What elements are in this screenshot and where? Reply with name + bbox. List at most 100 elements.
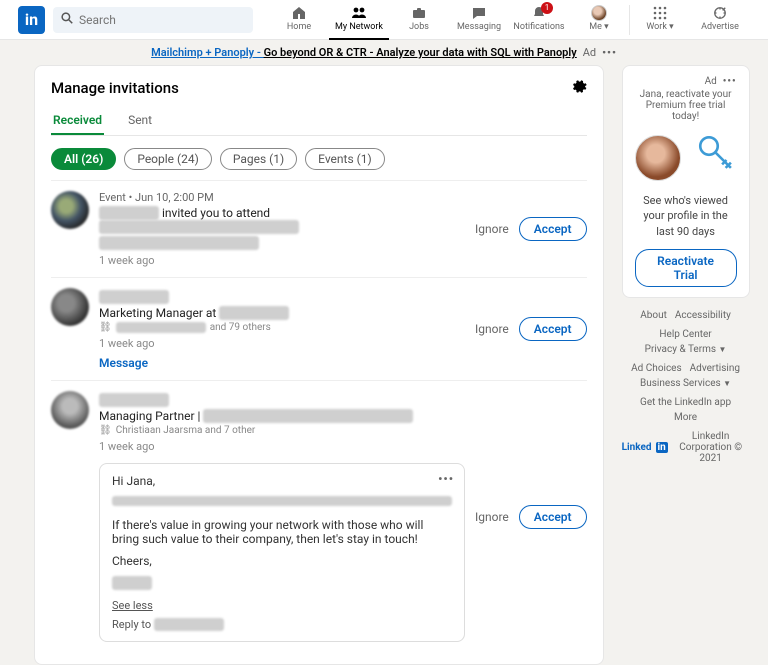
search-box[interactable] [53, 7, 253, 33]
footer-help[interactable]: Help Center [659, 329, 711, 340]
right-rail: Ad ••• Jana, reactivate your Premium fre… [622, 65, 750, 665]
nav-label: Jobs [409, 22, 429, 32]
chevron-down-icon: ▼ [719, 345, 727, 354]
footer-links: About Accessibility Help Center Privacy … [622, 310, 750, 464]
footer-more[interactable]: More [674, 412, 697, 423]
mutual-connections: ⛓xxxxxxxxxxxx and 79 others [99, 322, 465, 333]
sponsored-bar: Mailchimp + Panoply - Go beyond OR & CTR… [0, 40, 768, 65]
footer-ad-choices[interactable]: Ad Choices [631, 363, 682, 374]
invitation-name[interactable]: xxxxxxxx [99, 290, 465, 304]
promo-headline: Jana, reactivate your Premium free trial… [635, 89, 737, 122]
invitation-time: 1 week ago [99, 440, 465, 453]
briefcase-icon [411, 5, 427, 21]
footer-business[interactable]: Business Services ▼ [640, 378, 731, 389]
avatar[interactable] [51, 288, 89, 326]
ad-label: Ad [583, 46, 596, 59]
invitation-row: xxxxxxxx Managing Partner | xxxxxxxxxxxx… [51, 380, 587, 652]
promo-sub: See who's viewed your profile in the las… [635, 193, 737, 239]
avatar[interactable] [51, 191, 89, 229]
footer-privacy[interactable]: Privacy & Terms ▼ [645, 344, 727, 355]
promo-link[interactable]: Mailchimp + Panoply - Go beyond OR & CTR… [151, 46, 577, 59]
avatar[interactable] [51, 391, 89, 429]
accept-button[interactable]: Accept [519, 505, 587, 529]
promo-menu-icon[interactable]: ••• [602, 46, 617, 59]
chat-icon [471, 5, 487, 21]
footer-accessibility[interactable]: Accessibility [675, 310, 731, 321]
gear-icon[interactable] [571, 78, 587, 97]
invitation-name[interactable]: xxxxxxxx [99, 393, 465, 407]
linkedin-logo[interactable]: in [18, 6, 45, 34]
invitation-headline: Managing Partner | xxxxxxxxxxxxxxxxxxxxx… [99, 409, 465, 423]
link-icon: ⛓ [99, 425, 112, 436]
bell-icon: 1 [531, 5, 547, 21]
link-icon: ⛓ [99, 322, 112, 333]
invitation-note: ••• Hi Jana, xxxxxxxxxxxxxxxxxxxxxxxxxxx… [99, 463, 465, 642]
target-icon [712, 5, 728, 21]
footer-about[interactable]: About [640, 310, 667, 321]
nav-label: Home [287, 22, 311, 32]
nav-label: My Network [335, 22, 383, 32]
invitations-panel: Manage invitations Received Sent All (26… [34, 65, 604, 665]
nav-jobs[interactable]: Jobs [389, 0, 449, 40]
nav-my-network[interactable]: My Network [329, 0, 389, 40]
key-icon [695, 132, 737, 183]
filter-pages[interactable]: Pages (1) [220, 148, 297, 170]
nav-notifications[interactable]: 1 Notifications [509, 0, 569, 40]
ignore-button[interactable]: Ignore [475, 322, 509, 336]
avatar [591, 5, 607, 21]
tab-sent[interactable]: Sent [126, 107, 154, 135]
invitation-time: 1 week ago [99, 254, 465, 267]
accept-button[interactable]: Accept [519, 317, 587, 341]
card-menu-icon[interactable]: ••• [723, 76, 737, 87]
search-input[interactable] [79, 13, 245, 27]
chevron-down-icon: ▼ [723, 379, 731, 388]
nav-work[interactable]: Work ▾ [630, 0, 690, 40]
ad-label: Ad [705, 76, 717, 87]
nav-label: Me ▾ [589, 22, 608, 32]
search-icon [61, 12, 73, 27]
message-link[interactable]: Message [99, 356, 148, 370]
ignore-button[interactable]: Ignore [475, 510, 509, 524]
filter-events[interactable]: Events (1) [305, 148, 385, 170]
filter-pills: All (26) People (24) Pages (1) Events (1… [51, 148, 587, 170]
invitation-meta: Event • Jun 10, 2:00 PM [99, 191, 465, 204]
grid-icon [652, 5, 668, 21]
tab-received[interactable]: Received [51, 107, 104, 135]
filter-all[interactable]: All (26) [51, 148, 116, 170]
reactivate-button[interactable]: Reactivate Trial [635, 249, 737, 287]
see-less-link[interactable]: See less [112, 599, 153, 612]
footer-copyright: Linkedin LinkedIn Corporation © 2021 [622, 431, 750, 464]
nav-label: Advertise [701, 22, 739, 32]
invitation-time: 1 week ago [99, 337, 465, 350]
nav-label: Messaging [457, 22, 501, 32]
mutual-connections: ⛓Christiaan Jaarsma and 7 other [99, 425, 465, 436]
invitation-row: Event • Jun 10, 2:00 PM xxxxxxx invited … [51, 180, 587, 277]
footer-advertising[interactable]: Advertising [690, 363, 740, 374]
tabs: Received Sent [51, 107, 587, 136]
note-menu-icon[interactable]: ••• [438, 472, 454, 486]
top-nav: in Home My Network Jobs Messaging 1 [0, 0, 768, 40]
nav-label: Notifications [513, 22, 564, 32]
nav-home[interactable]: Home [269, 0, 329, 40]
page-title: Manage invitations [51, 79, 179, 97]
note-body: If there's value in growing your network… [112, 518, 452, 546]
accept-button[interactable]: Accept [519, 217, 587, 241]
nav-label: Work ▾ [646, 22, 673, 32]
nav-me[interactable]: Me ▾ [569, 0, 629, 40]
invitation-row: xxxxxxxx Marketing Manager at xxxxxxx ⛓x… [51, 277, 587, 380]
home-icon [291, 5, 307, 21]
note-greeting: Hi Jana, [112, 474, 452, 488]
ignore-button[interactable]: Ignore [475, 222, 509, 236]
footer-app[interactable]: Get the LinkedIn app [640, 397, 731, 408]
avatar [635, 135, 681, 181]
people-icon [351, 5, 367, 21]
filter-people[interactable]: People (24) [124, 148, 211, 170]
reply-row[interactable]: Reply to x011xxxxx [112, 618, 452, 631]
nav-messaging[interactable]: Messaging [449, 0, 509, 40]
promo-card: Ad ••• Jana, reactivate your Premium fre… [622, 65, 750, 298]
invitation-headline: Marketing Manager at xxxxxxx [99, 306, 465, 320]
invitation-text: xxxxxxx invited you to attend xxxxxxxxxx… [99, 206, 465, 234]
notification-badge: 1 [541, 2, 553, 14]
nav-items: Home My Network Jobs Messaging 1 Notific… [269, 0, 750, 40]
nav-advertise[interactable]: Advertise [690, 0, 750, 40]
